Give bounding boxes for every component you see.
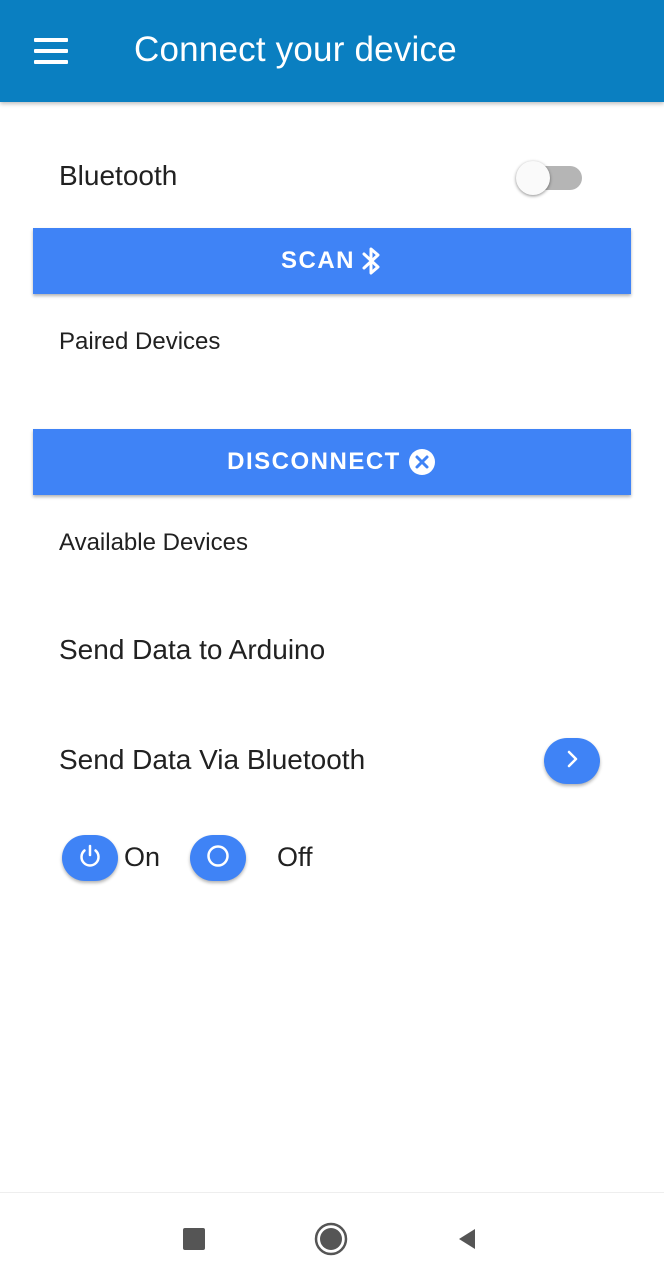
bluetooth-label: Bluetooth	[59, 160, 178, 191]
bluetooth-icon	[361, 245, 383, 277]
screen: Connect your device Bluetooth SCAN Paire…	[0, 0, 664, 1280]
page-title: Connect your device	[134, 30, 457, 69]
close-circle-icon	[407, 446, 437, 478]
power-icon	[76, 842, 104, 875]
scan-button[interactable]: SCAN	[33, 228, 631, 294]
bluetooth-toggle[interactable]	[516, 160, 584, 196]
back-triangle-icon[interactable]	[455, 1225, 479, 1253]
circle-icon	[204, 842, 232, 875]
app-bar: Connect your device	[0, 0, 664, 102]
hamburger-menu-icon[interactable]	[34, 38, 70, 64]
power-off-button[interactable]	[190, 835, 246, 881]
toggle-thumb	[516, 161, 550, 195]
on-label: On	[124, 842, 161, 872]
send-via-bluetooth-label: Send Data Via Bluetooth	[59, 744, 366, 775]
send-via-bluetooth-button[interactable]	[544, 738, 600, 784]
paired-devices-label: Paired Devices	[59, 328, 221, 355]
home-circle-icon[interactable]	[314, 1222, 348, 1256]
send-data-arduino-heading: Send Data to Arduino	[59, 634, 326, 665]
disconnect-button[interactable]: DISCONNECT	[33, 429, 631, 495]
power-on-button[interactable]	[62, 835, 118, 881]
off-label: Off	[277, 842, 313, 872]
disconnect-button-label: DISCONNECT	[227, 448, 401, 475]
square-icon[interactable]	[183, 1228, 205, 1250]
system-nav-bar	[0, 1192, 664, 1280]
scan-button-label: SCAN	[280, 247, 355, 274]
chevron-right-icon	[562, 747, 582, 776]
available-devices-label: Available Devices	[59, 529, 248, 556]
